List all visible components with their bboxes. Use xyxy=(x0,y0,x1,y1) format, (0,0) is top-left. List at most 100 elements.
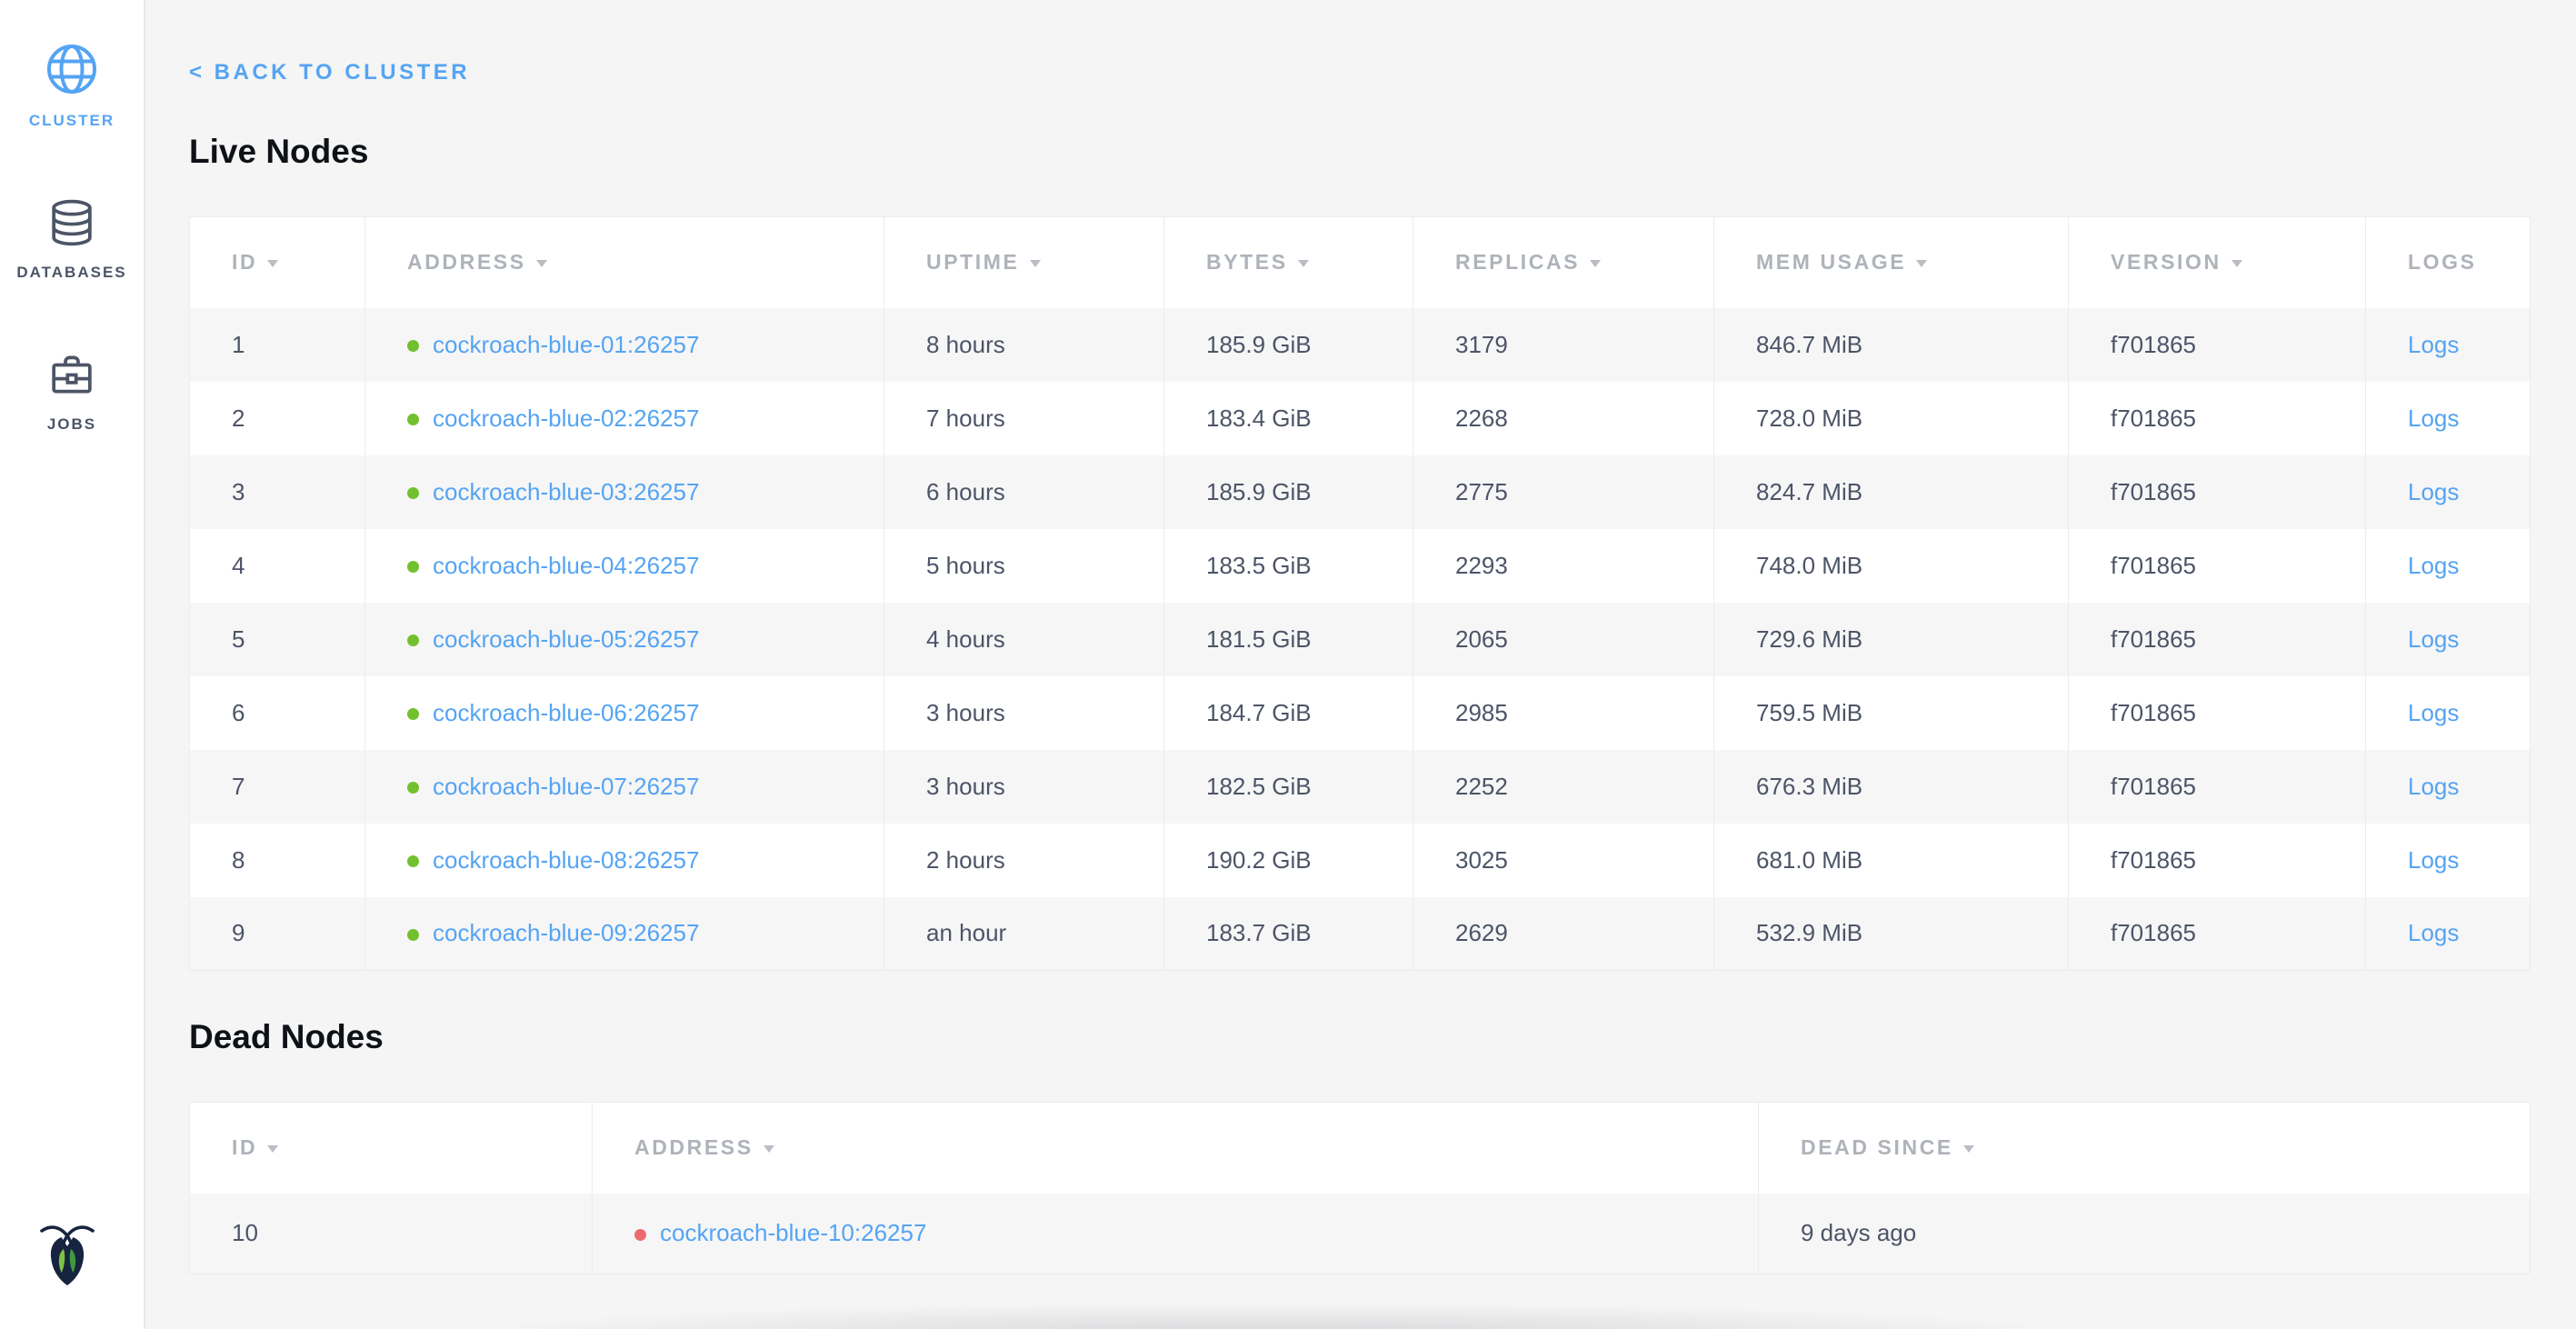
node-uptime-cell: an hour xyxy=(884,897,1164,971)
sort-arrow-icon xyxy=(1030,260,1041,267)
table-row: 10 cockroach-blue-10:26257 9 days ago xyxy=(190,1194,2531,1274)
column-header-mem-usage[interactable]: MEM USAGE xyxy=(1714,217,2069,308)
cockroachdb-logo-icon xyxy=(38,1221,96,1293)
column-header-uptime[interactable]: UPTIME xyxy=(884,217,1164,308)
live-status-dot-icon xyxy=(407,708,419,720)
node-version-cell: f701865 xyxy=(2069,750,2366,824)
node-bytes-cell: 185.9 GiB xyxy=(1164,308,1413,382)
node-address-cell: cockroach-blue-02:26257 xyxy=(365,382,884,455)
sort-arrow-icon xyxy=(267,260,278,267)
node-address-link[interactable]: cockroach-blue-01:26257 xyxy=(433,331,699,358)
node-id-cell: 6 xyxy=(190,676,365,750)
node-address-link[interactable]: cockroach-blue-10:26257 xyxy=(660,1219,926,1246)
sort-arrow-icon xyxy=(536,260,547,267)
node-logs-cell: Logs xyxy=(2366,455,2531,529)
node-mem-usage-cell: 728.0 MiB xyxy=(1714,382,2069,455)
node-uptime-cell: 2 hours xyxy=(884,824,1164,897)
logs-link[interactable]: Logs xyxy=(2408,478,2459,505)
column-header-bytes[interactable]: BYTES xyxy=(1164,217,1413,308)
column-header-dead-since[interactable]: DEAD SINCE xyxy=(1759,1103,2531,1194)
node-uptime-cell: 8 hours xyxy=(884,308,1164,382)
column-header-address[interactable]: ADDRESS xyxy=(593,1103,1759,1194)
node-id-cell: 10 xyxy=(190,1194,593,1274)
column-header-logs: LOGS xyxy=(2366,217,2531,308)
sidebar-item-databases[interactable]: DATABASES xyxy=(0,197,144,282)
column-header-label: DEAD SINCE xyxy=(1801,1135,1953,1159)
node-uptime-cell: 7 hours xyxy=(884,382,1164,455)
node-replicas-cell: 3025 xyxy=(1413,824,1714,897)
sidebar-item-label: DATABASES xyxy=(16,264,126,282)
node-version-cell: f701865 xyxy=(2069,897,2366,971)
node-id-cell: 3 xyxy=(190,455,365,529)
column-header-replicas[interactable]: REPLICAS xyxy=(1413,217,1714,308)
node-uptime-cell: 3 hours xyxy=(884,750,1164,824)
node-address-cell: cockroach-blue-01:26257 xyxy=(365,308,884,382)
logs-link[interactable]: Logs xyxy=(2408,331,2459,358)
node-bytes-cell: 190.2 GiB xyxy=(1164,824,1413,897)
sort-arrow-icon xyxy=(1916,260,1927,267)
node-address-link[interactable]: cockroach-blue-04:26257 xyxy=(433,552,699,579)
live-status-dot-icon xyxy=(407,929,419,941)
column-header-id[interactable]: ID xyxy=(190,217,365,308)
logs-link[interactable]: Logs xyxy=(2408,846,2459,874)
node-replicas-cell: 2268 xyxy=(1413,382,1714,455)
node-id-cell: 5 xyxy=(190,603,365,676)
node-mem-usage-cell: 729.6 MiB xyxy=(1714,603,2069,676)
node-replicas-cell: 2065 xyxy=(1413,603,1714,676)
dead-status-dot-icon xyxy=(634,1229,646,1241)
node-address-cell: cockroach-blue-05:26257 xyxy=(365,603,884,676)
node-address-link[interactable]: cockroach-blue-05:26257 xyxy=(433,625,699,653)
dead-nodes-table: ID ADDRESS DEAD SINCE 10 cockroach-blue-… xyxy=(189,1102,2531,1274)
column-header-label: ADDRESS xyxy=(407,250,526,274)
column-header-address[interactable]: ADDRESS xyxy=(365,217,884,308)
column-header-id[interactable]: ID xyxy=(190,1103,593,1194)
node-version-cell: f701865 xyxy=(2069,824,2366,897)
node-address-link[interactable]: cockroach-blue-06:26257 xyxy=(433,699,699,726)
node-mem-usage-cell: 824.7 MiB xyxy=(1714,455,2069,529)
node-address-link[interactable]: cockroach-blue-08:26257 xyxy=(433,846,699,874)
node-logs-cell: Logs xyxy=(2366,308,2531,382)
back-to-cluster-link[interactable]: < BACK TO CLUSTER xyxy=(189,60,470,85)
database-icon xyxy=(46,197,97,253)
dead-nodes-title: Dead Nodes xyxy=(189,1018,2576,1056)
node-version-cell: f701865 xyxy=(2069,382,2366,455)
sidebar-item-jobs[interactable]: JOBS xyxy=(0,349,144,434)
live-status-dot-icon xyxy=(407,855,419,867)
node-address-cell: cockroach-blue-08:26257 xyxy=(365,824,884,897)
node-uptime-cell: 5 hours xyxy=(884,529,1164,603)
node-address-link[interactable]: cockroach-blue-03:26257 xyxy=(433,478,699,505)
logs-link[interactable]: Logs xyxy=(2408,699,2459,726)
column-header-label: BYTES xyxy=(1206,250,1288,274)
node-bytes-cell: 183.4 GiB xyxy=(1164,382,1413,455)
node-uptime-cell: 3 hours xyxy=(884,676,1164,750)
node-logs-cell: Logs xyxy=(2366,603,2531,676)
node-address-link[interactable]: cockroach-blue-02:26257 xyxy=(433,405,699,432)
sort-arrow-icon xyxy=(1298,260,1309,267)
node-address-link[interactable]: cockroach-blue-07:26257 xyxy=(433,773,699,800)
node-address-link[interactable]: cockroach-blue-09:26257 xyxy=(433,919,699,946)
node-mem-usage-cell: 846.7 MiB xyxy=(1714,308,2069,382)
logs-link[interactable]: Logs xyxy=(2408,919,2459,946)
live-status-dot-icon xyxy=(407,414,419,425)
briefcase-icon xyxy=(46,349,97,405)
logs-link[interactable]: Logs xyxy=(2408,405,2459,432)
column-header-label: ID xyxy=(232,1135,257,1159)
column-header-label: LOGS xyxy=(2408,250,2477,274)
logs-link[interactable]: Logs xyxy=(2408,625,2459,653)
node-replicas-cell: 2985 xyxy=(1413,676,1714,750)
logs-link[interactable]: Logs xyxy=(2408,552,2459,579)
node-id-cell: 8 xyxy=(190,824,365,897)
node-version-cell: f701865 xyxy=(2069,529,2366,603)
sidebar-item-cluster[interactable]: CLUSTER xyxy=(0,42,144,130)
table-row: 9 cockroach-blue-09:26257 an hour 183.7 … xyxy=(190,897,2531,971)
node-version-cell: f701865 xyxy=(2069,308,2366,382)
node-version-cell: f701865 xyxy=(2069,676,2366,750)
table-row: 5 cockroach-blue-05:26257 4 hours 181.5 … xyxy=(190,603,2531,676)
node-logs-cell: Logs xyxy=(2366,824,2531,897)
logs-link[interactable]: Logs xyxy=(2408,773,2459,800)
live-status-dot-icon xyxy=(407,487,419,499)
column-header-version[interactable]: VERSION xyxy=(2069,217,2366,308)
node-version-cell: f701865 xyxy=(2069,603,2366,676)
node-address-cell: cockroach-blue-07:26257 xyxy=(365,750,884,824)
node-id-cell: 2 xyxy=(190,382,365,455)
